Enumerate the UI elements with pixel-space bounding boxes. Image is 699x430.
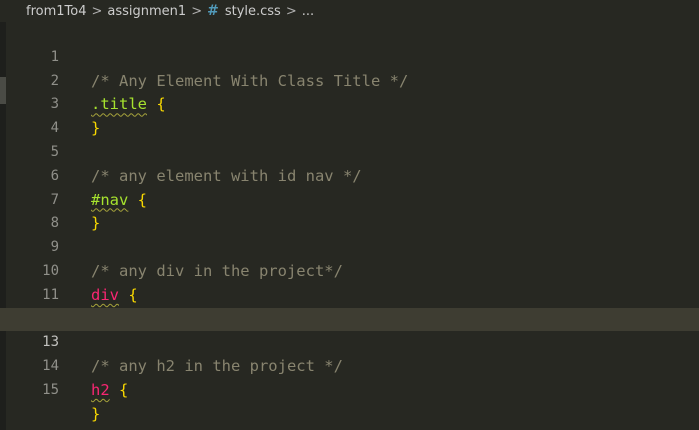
code-line-15[interactable]: 15 } (0, 355, 699, 423)
code-line-1[interactable]: 1 /* Any Element With Class Title */ (0, 22, 699, 90)
breadcrumb-symbol-more[interactable]: ... (302, 4, 314, 19)
breadcrumb-file-style-css[interactable]: style.css (225, 4, 281, 19)
code-line-12[interactable]: 12 (0, 284, 699, 327)
chevron-right-icon: > (285, 3, 297, 19)
code-line-10[interactable]: 10 div { (0, 236, 699, 304)
code-line-4[interactable]: 4 (0, 93, 699, 136)
chevron-right-icon: > (91, 3, 103, 19)
code-line-11[interactable]: 11 } (0, 260, 699, 328)
code-lines[interactable]: 1 /* Any Element With Class Title */ 2 .… (0, 22, 699, 423)
breadcrumb-folder-assignmen1[interactable]: assignmen1 (107, 4, 186, 19)
code-line-5[interactable]: 5 /* any element with id nav */ (0, 117, 699, 185)
code-line-2[interactable]: 2 .title { (0, 46, 699, 114)
close-brace: } (91, 404, 101, 423)
open-brace: { (119, 380, 129, 399)
code-line-7[interactable]: 7 } (0, 165, 699, 233)
code-line-9[interactable]: 9 /* any div in the project*/ (0, 212, 699, 280)
tag-selector: h2 (91, 380, 110, 399)
code-editor[interactable]: from1To4 > assignmen1 > # style.css > ..… (0, 0, 699, 430)
code-line-13-current[interactable]: 13 /* any h2 in the project */ (0, 307, 699, 375)
code-line-3[interactable]: 3 } (0, 70, 699, 137)
breadcrumb-folder-from1to4[interactable]: from1To4 (26, 4, 86, 19)
chevron-right-icon: > (191, 3, 203, 19)
css-file-icon: # (207, 3, 219, 19)
code-line-6[interactable]: 6 #nav { (0, 141, 699, 209)
code-line-8[interactable]: 8 (0, 189, 699, 231)
breadcrumb: from1To4 > assignmen1 > # style.css > ..… (0, 0, 699, 22)
code-line-14[interactable]: 14 h2 { (0, 331, 699, 399)
line-number: 15 (42, 381, 59, 398)
